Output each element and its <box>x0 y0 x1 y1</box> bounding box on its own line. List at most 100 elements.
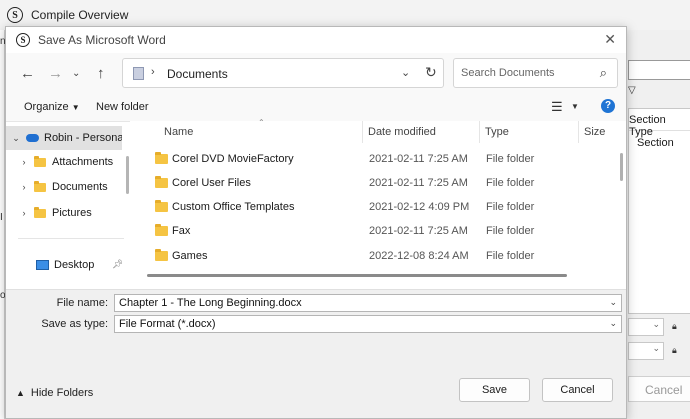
file-name: Games <box>172 250 208 262</box>
file-date: 2021-02-11 7:25 AM <box>369 177 468 189</box>
nav-item-label: Pictures <box>52 207 92 219</box>
column-header-name[interactable]: Name <box>164 121 193 143</box>
nav-item-desktop[interactable]: Desktop 📌︎ <box>6 253 122 277</box>
nav-item-documents[interactable]: › Documents <box>6 175 122 199</box>
command-bar: Organize ▼ New folder ☰ ▼ ? <box>6 93 626 121</box>
file-type: File folder <box>486 153 535 165</box>
background-search-box[interactable] <box>628 60 690 80</box>
folder-icon <box>34 155 46 167</box>
folder-icon <box>155 224 168 236</box>
help-icon[interactable]: ? <box>601 99 615 113</box>
file-type: File folder <box>486 177 535 189</box>
hide-folders-button[interactable]: ▲ Hide Folders <box>16 387 93 399</box>
column-header-type[interactable]: Type <box>485 121 509 143</box>
chevron-down-icon[interactable]: ⌄ <box>609 318 617 329</box>
lock-icon[interactable]: 🔒︎ <box>672 321 682 331</box>
filter-funnel-icon[interactable]: ▽ <box>628 85 638 96</box>
organize-label: Organize <box>24 101 69 113</box>
file-name-label: File name: <box>56 297 108 309</box>
file-type: File folder <box>486 225 535 237</box>
forward-arrow-icon[interactable]: → <box>48 65 63 82</box>
nav-item-onedrive-personal[interactable]: ⌄ Robin - Personal <box>6 126 122 150</box>
close-icon[interactable]: ✕ <box>604 31 616 48</box>
save-button[interactable]: Save <box>459 378 530 402</box>
nav-item-pictures[interactable]: › Pictures <box>6 201 122 225</box>
nav-item-label: Documents <box>52 181 108 193</box>
file-date: 2021-02-12 4:09 PM <box>369 201 470 213</box>
column-header-date-modified[interactable]: Date modified <box>368 121 436 143</box>
save-as-type-select[interactable]: File Format (*.docx) ⌄ <box>114 315 622 333</box>
file-name: Custom Office Templates <box>172 201 295 213</box>
chevron-down-icon: ▼ <box>71 103 80 112</box>
pin-icon[interactable]: 📌︎ <box>112 259 122 270</box>
up-arrow-icon[interactable]: ↑ <box>97 65 105 82</box>
address-history-chevron-icon[interactable]: ⌄ <box>401 66 410 79</box>
navigation-pane-scrollbar[interactable] <box>126 156 129 194</box>
file-row[interactable]: Corel DVD MovieFactory 2021-02-11 7:25 A… <box>155 147 615 171</box>
file-name: Corel DVD MovieFactory <box>172 153 294 165</box>
organize-menu-button[interactable]: Organize ▼ <box>24 101 80 113</box>
divider <box>18 238 124 239</box>
column-separator[interactable] <box>362 121 363 143</box>
search-input[interactable]: Search Documents ⌕ <box>453 58 618 88</box>
save-form: File name: Chapter 1 - The Long Beginnin… <box>6 289 626 418</box>
chevron-down-icon[interactable]: ⌄ <box>609 297 617 308</box>
file-name: Fax <box>172 225 191 237</box>
file-list-horizontal-scrollbar[interactable] <box>147 274 567 277</box>
sort-ascending-icon: ⌃ <box>258 118 265 127</box>
dialog-titlebar: S Save As Microsoft Word ✕ <box>6 27 626 53</box>
file-name-value: Chapter 1 - The Long Beginning.docx <box>119 297 302 309</box>
background-section-table: Section Type Section <box>628 108 690 314</box>
file-list: ⌃ Name Date modified Type Size Corel DVD… <box>137 118 626 289</box>
column-header-size[interactable]: Size <box>584 121 605 143</box>
back-arrow-icon[interactable]: ← <box>20 65 35 82</box>
background-edge-text: I <box>0 212 3 223</box>
folder-icon <box>155 152 168 164</box>
file-row[interactable]: Custom Office Templates 2021-02-12 4:09 … <box>155 195 615 219</box>
refresh-icon[interactable]: ↻ <box>425 64 437 81</box>
folder-icon <box>155 200 168 212</box>
column-separator[interactable] <box>479 121 480 143</box>
save-as-dialog: S Save As Microsoft Word ✕ ← → ⌄ ↑ › Doc… <box>5 26 627 419</box>
file-row[interactable]: Fax 2021-02-11 7:25 AM File folder <box>155 219 615 243</box>
file-type: File folder <box>486 250 535 262</box>
chevron-right-icon[interactable]: › <box>14 208 34 218</box>
onedrive-cloud-icon <box>26 134 39 142</box>
folder-icon <box>155 176 168 188</box>
chevron-right-icon[interactable]: › <box>14 157 34 167</box>
section-type-header[interactable]: Section Type <box>629 109 690 138</box>
save-as-type-value: File Format (*.docx) <box>119 318 216 330</box>
view-options-chevron-icon[interactable]: ▼ <box>571 102 579 111</box>
column-separator[interactable] <box>578 121 579 143</box>
section-type-cell[interactable]: Section <box>629 137 690 155</box>
nav-item-label: Attachments <box>52 156 114 168</box>
address-bar[interactable]: › Documents ⌄ ↻ <box>122 58 444 88</box>
file-row[interactable]: Corel User Files 2021-02-11 7:25 AM File… <box>155 171 615 195</box>
chevron-right-icon[interactable]: › <box>14 182 34 192</box>
recent-locations-chevron-icon[interactable]: ⌄ <box>72 68 80 79</box>
lock-icon[interactable]: 🔒︎ <box>672 345 682 355</box>
chevron-down-icon[interactable]: ⌄ <box>6 133 26 144</box>
documents-location-icon <box>133 67 144 80</box>
nav-item-label: Robin - Personal <box>44 132 122 144</box>
breadcrumb-separator-icon[interactable]: › <box>151 66 155 78</box>
nav-item-attachments[interactable]: › Attachments <box>6 150 122 174</box>
search-icon[interactable]: ⌕ <box>600 65 607 81</box>
breadcrumb-documents[interactable]: Documents <box>167 67 228 81</box>
file-row[interactable]: Games 2022-12-08 8:24 AM File folder <box>155 244 615 268</box>
file-list-vertical-scrollbar[interactable] <box>620 153 623 181</box>
save-as-type-label: Save as type: <box>41 318 108 330</box>
background-window-title: Compile Overview <box>31 8 129 22</box>
background-cancel-button[interactable]: Cancel <box>628 376 690 402</box>
navigation-pane: ⌄ Robin - Personal › Attachments › Docum… <box>6 121 130 289</box>
folder-icon <box>34 180 46 192</box>
view-list-icon[interactable]: ☰ <box>551 99 563 115</box>
scrivener-logo-icon: S <box>16 33 30 47</box>
background-dropdown[interactable]: ⌄ <box>628 318 664 336</box>
file-name: Corel User Files <box>172 177 251 189</box>
file-name-input[interactable]: Chapter 1 - The Long Beginning.docx ⌄ <box>114 294 622 312</box>
cancel-button[interactable]: Cancel <box>542 378 613 402</box>
new-folder-button[interactable]: New folder <box>96 101 149 113</box>
file-date: 2021-02-11 7:25 AM <box>369 225 468 237</box>
background-dropdown[interactable]: ⌄ <box>628 342 664 360</box>
